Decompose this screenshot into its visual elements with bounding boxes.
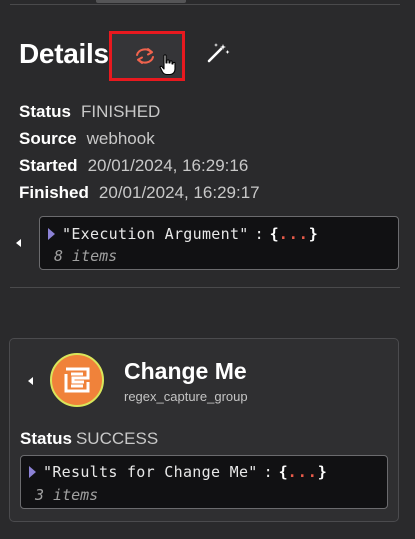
json-item-count: 3 items <box>35 486 99 504</box>
json-collapsed-dots[interactable]: ... <box>288 463 318 481</box>
task-status-row: Status SUCCESS <box>20 429 158 449</box>
json-key: "Execution Argument" <box>62 225 249 243</box>
started-row: Started 20/01/2024, 16:29:16 <box>19 156 248 176</box>
refresh-icon <box>136 48 154 64</box>
details-title: Details <box>19 38 109 69</box>
top-divider <box>10 4 400 5</box>
section-divider <box>10 287 400 288</box>
collapse-arrow-icon[interactable] <box>28 377 33 385</box>
finished-value: 20/01/2024, 16:29:17 <box>98 183 260 202</box>
collapse-arrow-icon[interactable] <box>16 239 21 247</box>
status-label: Status <box>19 102 71 121</box>
json-key: "Results for Change Me" <box>43 463 258 481</box>
refresh-button[interactable] <box>109 31 185 81</box>
status-row: Status FINISHED <box>19 102 160 122</box>
magic-wand-button[interactable] <box>206 42 232 69</box>
task-card: Change Me regex_capture_group Status SUCC… <box>9 338 399 522</box>
task-results-viewer[interactable]: "Results for Change Me" : { ... } 3 item… <box>20 455 388 509</box>
started-label: Started <box>19 156 78 175</box>
task-status-value: SUCCESS <box>75 429 159 448</box>
json-item-count: 8 items <box>54 247 118 265</box>
top-tab-indicator <box>96 0 186 3</box>
expand-triangle-icon[interactable] <box>48 228 55 240</box>
status-value: FINISHED <box>80 102 161 121</box>
started-value: 20/01/2024, 16:29:16 <box>87 156 249 175</box>
source-label: Source <box>19 129 77 148</box>
json-collapsed-dots[interactable]: ... <box>279 225 309 243</box>
execution-argument-viewer[interactable]: "Execution Argument" : { ... } 8 items <box>39 216 399 270</box>
source-value: webhook <box>86 129 155 148</box>
source-row: Source webhook <box>19 129 155 149</box>
task-status-label: Status <box>20 429 72 448</box>
finished-label: Finished <box>19 183 89 202</box>
task-title: Change Me <box>124 358 247 384</box>
finished-row: Finished 20/01/2024, 16:29:17 <box>19 183 260 203</box>
task-subtitle: regex_capture_group <box>124 389 248 404</box>
expand-triangle-icon[interactable] <box>29 466 36 478</box>
hand-cursor-icon <box>159 54 176 76</box>
regex-icon <box>50 353 104 407</box>
magic-wand-icon <box>207 43 230 63</box>
